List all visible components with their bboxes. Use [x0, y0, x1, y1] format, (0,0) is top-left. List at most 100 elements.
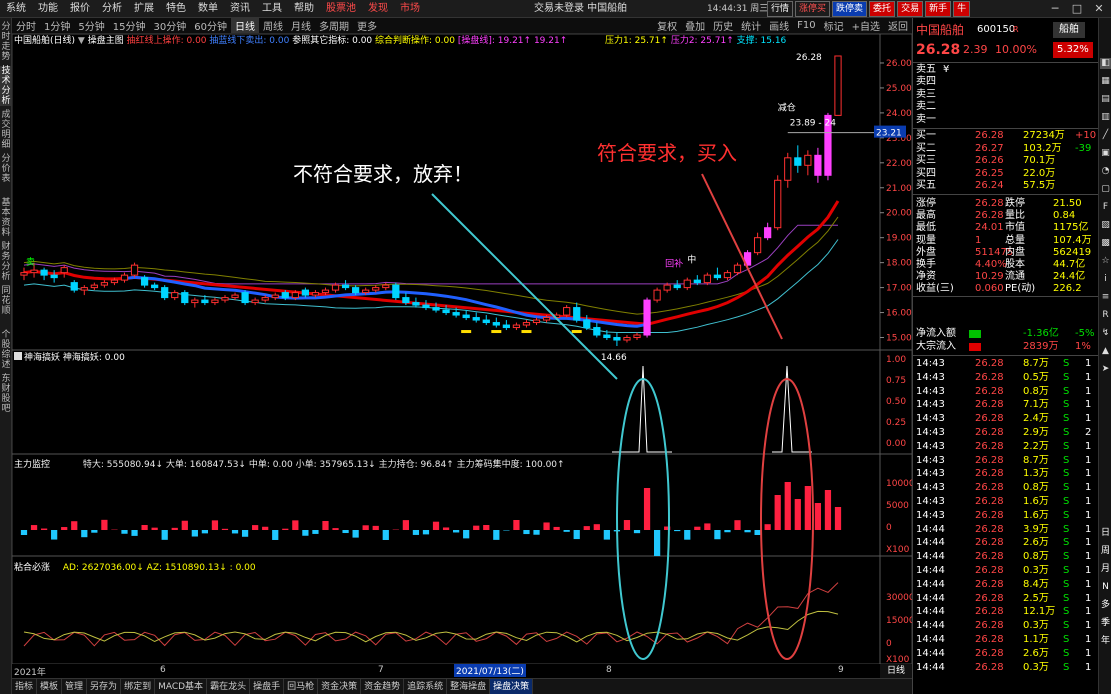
menu-feature[interactable]: 特色 — [160, 0, 192, 18]
btab-saveas[interactable]: 另存为 — [87, 678, 122, 694]
period-more[interactable]: 更多 — [353, 18, 381, 33]
btn-limit-up-buy[interactable]: 涨停买 — [795, 1, 831, 17]
rsi-icon[interactable]: R — [1100, 310, 1111, 321]
period-multi[interactable]: 多周期 — [315, 18, 353, 33]
sub3-title[interactable]: 粘合必涨 — [14, 563, 50, 573]
menu-function[interactable]: 功能 — [32, 0, 64, 18]
btab-fund-trend[interactable]: 资金趋势 — [361, 678, 405, 694]
btn-order[interactable]: 委托 — [869, 1, 896, 17]
fx-icon[interactable]: F — [1100, 202, 1111, 213]
tool-overlay[interactable]: 叠加 — [681, 18, 709, 33]
chart-icon[interactable]: ▤ — [1100, 94, 1111, 105]
btab-trader[interactable]: 操盘手 — [250, 678, 285, 694]
period-1min[interactable]: 1分钟 — [40, 18, 74, 33]
period-5min[interactable]: 5分钟 — [74, 18, 108, 33]
n-label-icon[interactable]: N — [1100, 582, 1111, 593]
indicator-main[interactable]: 操盘主图 — [88, 36, 124, 46]
btn-quote[interactable]: 行情 — [767, 1, 794, 17]
menu-news[interactable]: 资讯 — [224, 0, 256, 18]
tick-side: S — [1063, 606, 1070, 618]
menu-analysis[interactable]: 分析 — [96, 0, 128, 18]
btn-limit-down-sell[interactable]: 跌停卖 — [832, 1, 868, 17]
menu-stock-pool[interactable]: 股票池 — [320, 0, 362, 18]
btab-horse[interactable]: 回马枪 — [284, 678, 319, 694]
tool-icon[interactable]: ◧ — [1100, 58, 1111, 69]
btn-niu[interactable]: 牛 — [953, 1, 971, 17]
vtab-timeshare[interactable]: 分时走势 — [0, 22, 12, 62]
vtab-detail[interactable]: 成交明细 — [0, 110, 12, 150]
btab-bind[interactable]: 绑定到 — [121, 678, 156, 694]
btab-indicator[interactable]: 指标 — [12, 678, 38, 694]
btab-macd[interactable]: MACD基本 — [155, 678, 208, 694]
period-60min[interactable]: 60分钟 — [190, 18, 231, 33]
tool-stats[interactable]: 统计 — [737, 18, 765, 33]
menu-system[interactable]: 系统 — [0, 0, 32, 18]
pie-icon[interactable]: ◔ — [1100, 166, 1111, 177]
period-corner[interactable]: 日线 — [880, 664, 912, 678]
stock-badge[interactable]: 船舶 — [1053, 22, 1085, 38]
tool-mark[interactable]: 标记 — [820, 18, 848, 33]
info-icon[interactable]: i — [1100, 274, 1111, 285]
multi-label-icon[interactable]: 多 — [1100, 600, 1111, 611]
btn-trade[interactable]: 交易 — [897, 1, 924, 17]
btn-newbie[interactable]: 新手 — [925, 1, 952, 17]
table-icon[interactable]: ▣ — [1100, 148, 1111, 159]
minimize-icon[interactable]: ─ — [1044, 2, 1066, 16]
week-label-icon[interactable]: 周 — [1100, 546, 1111, 557]
day-label-icon[interactable]: 日 — [1100, 528, 1111, 539]
season-label-icon[interactable]: 季 — [1100, 618, 1111, 629]
btab-fund-decision[interactable]: 资金决策 — [318, 678, 362, 694]
arrow-icon[interactable]: ➤ — [1100, 364, 1111, 375]
btab-track[interactable]: 追踪系统 — [404, 678, 448, 694]
menu-help[interactable]: 帮助 — [288, 0, 320, 18]
sub2-title[interactable]: 主力监控 — [14, 460, 50, 470]
tool-history[interactable]: 历史 — [709, 18, 737, 33]
menu-discover[interactable]: 发现 — [362, 0, 394, 18]
tool-add-watch[interactable]: +自选 — [848, 18, 884, 33]
grid-icon[interactable]: ▦ — [1100, 76, 1111, 87]
btab-manage[interactable]: 管理 — [62, 678, 88, 694]
btab-decision[interactable]: 操盘决策 — [490, 678, 534, 694]
vtab-ths[interactable]: 同花顺 — [0, 286, 12, 316]
link-icon[interactable]: ↯ — [1100, 328, 1111, 339]
period-monthly[interactable]: 月线 — [287, 18, 315, 33]
vtab-technical[interactable]: 技术分析 — [0, 66, 12, 106]
month-label-icon[interactable]: 月 — [1100, 564, 1111, 575]
period-30min[interactable]: 30分钟 — [149, 18, 190, 33]
period-weekly[interactable]: 周线 — [259, 18, 287, 33]
bar-icon[interactable]: ▥ — [1100, 112, 1111, 123]
indicator-sep[interactable]: ▼ — [78, 36, 85, 46]
period-daily[interactable]: 日线 — [230, 18, 259, 33]
line-icon[interactable]: ╱ — [1100, 130, 1111, 141]
sub1-title[interactable]: 神海搞妖 — [24, 353, 60, 363]
vtab-finance[interactable]: 财务分析 — [0, 242, 12, 282]
vtab-basic[interactable]: 基本资料 — [0, 198, 12, 238]
menu-data[interactable]: 数单 — [192, 0, 224, 18]
tool-restore[interactable]: 复权 — [653, 18, 681, 33]
btab-template[interactable]: 模板 — [37, 678, 63, 694]
maximize-icon[interactable]: □ — [1066, 2, 1088, 16]
sub1-close-icon[interactable] — [14, 352, 22, 360]
period-timeshare[interactable]: 分时 — [12, 18, 40, 33]
tool-back[interactable]: 返回 — [884, 18, 912, 33]
btab-leader[interactable]: 霸在龙头 — [207, 678, 251, 694]
close-icon[interactable]: ✕ — [1088, 2, 1110, 16]
btab-sea[interactable]: 整海操盘 — [447, 678, 491, 694]
year-label-icon[interactable]: 年 — [1100, 636, 1111, 647]
menu-extend[interactable]: 扩展 — [128, 0, 160, 18]
red-icon[interactable]: ▲ — [1100, 346, 1111, 357]
vtab-summary[interactable]: 个股综述 — [0, 330, 12, 370]
calc-icon[interactable]: ▩ — [1100, 238, 1111, 249]
vtab-forum[interactable]: 东财股吧 — [0, 374, 12, 414]
period-15min[interactable]: 15分钟 — [109, 18, 150, 33]
vtab-price-table[interactable]: 分价表 — [0, 154, 12, 184]
stat-icon[interactable]: ▧ — [1100, 220, 1111, 231]
doc-icon[interactable]: ▢ — [1100, 184, 1111, 195]
star-icon[interactable]: ☆ — [1100, 256, 1111, 267]
tool-f10[interactable]: F10 — [793, 20, 819, 31]
menu-market[interactable]: 市场 — [394, 0, 426, 18]
tool-draw[interactable]: 画线 — [765, 18, 793, 33]
news-icon[interactable]: ≡ — [1100, 292, 1111, 303]
menu-tools[interactable]: 工具 — [256, 0, 288, 18]
menu-quote[interactable]: 报价 — [64, 0, 96, 18]
